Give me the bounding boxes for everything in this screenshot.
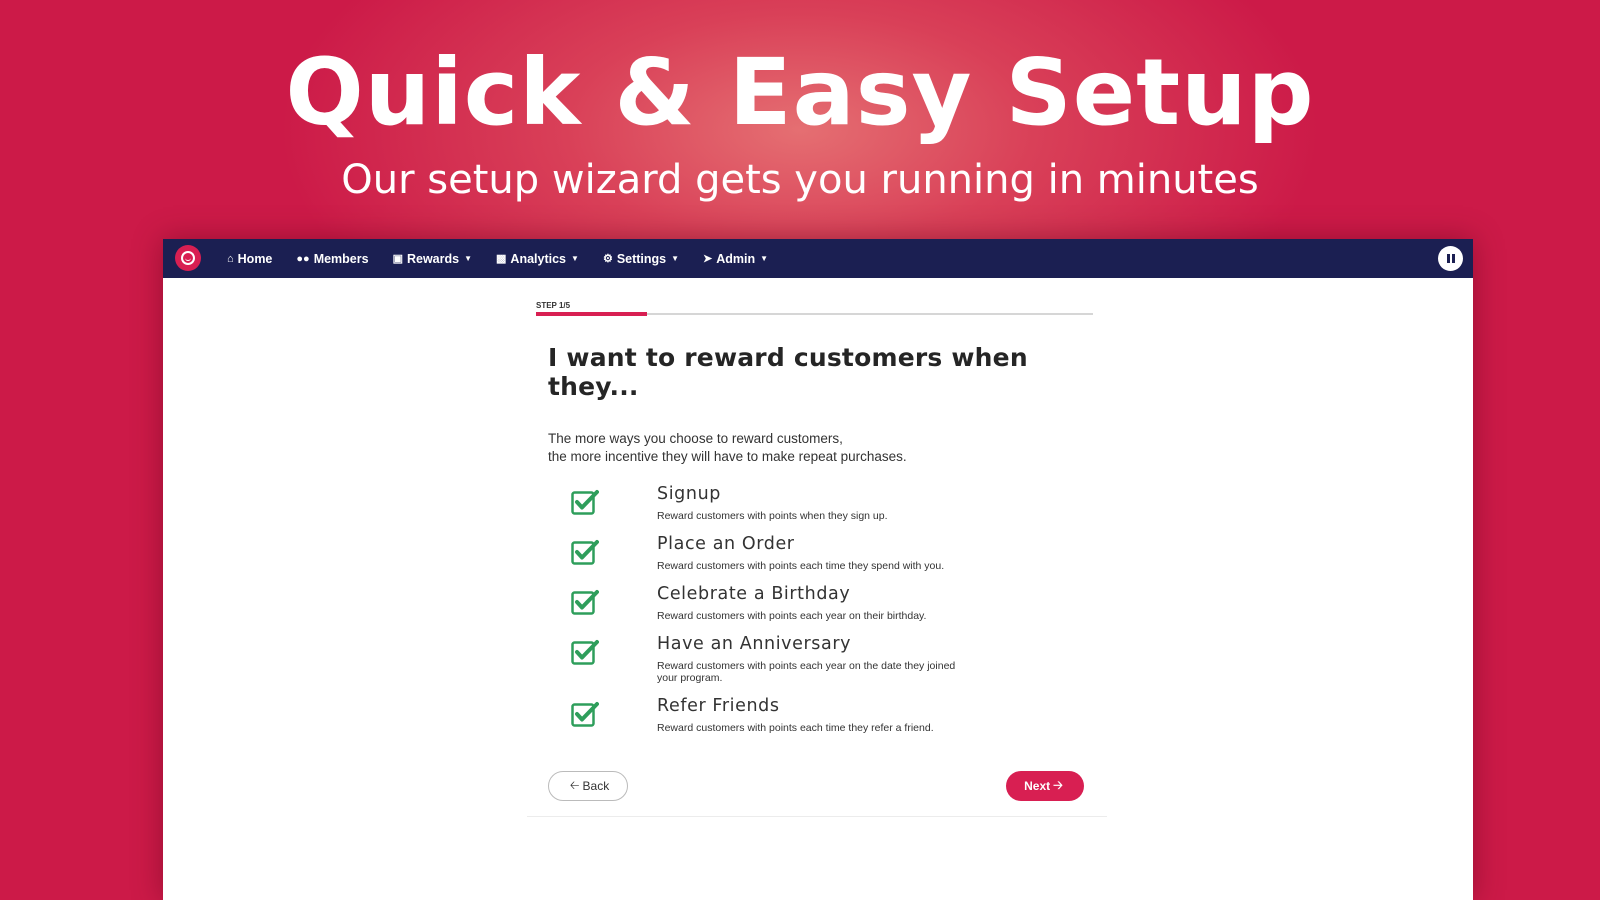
app-window: ⌂ Home ●● Members ▣ Rewards ▼ ▩ Analytic… (163, 239, 1473, 900)
nav-item-analytics[interactable]: ▩ Analytics ▼ (496, 252, 579, 266)
chevron-down-icon: ▼ (760, 254, 769, 263)
nav-item-admin[interactable]: ➤ Admin ▼ (703, 252, 768, 266)
option-birthday: Celebrate a Birthday Reward customers wi… (533, 584, 1098, 634)
arrow-right-icon: 🡢 (1053, 777, 1063, 792)
next-button-label: Next (1024, 779, 1051, 793)
option-anniversary: Have an Anniversary Reward customers wit… (533, 634, 1098, 696)
back-button[interactable]: 🡠 Back (548, 771, 628, 801)
option-title: Signup (657, 484, 721, 504)
option-title: Celebrate a Birthday (657, 584, 851, 604)
option-title: Have an Anniversary (657, 634, 852, 654)
nav-item-label: Settings (616, 251, 667, 266)
option-title: Refer Friends (657, 696, 780, 716)
hero-subtitle: Our setup wizard gets you running in min… (341, 157, 1259, 203)
nav-item-rewards[interactable]: ▣ Rewards ▼ (393, 252, 472, 266)
nav-item-members[interactable]: ●● Members (296, 252, 368, 266)
pause-icon (1446, 254, 1450, 263)
checkbox-checked-icon[interactable] (571, 639, 599, 665)
navbar: ⌂ Home ●● Members ▣ Rewards ▼ ▩ Analytic… (163, 239, 1473, 278)
nav-item-home[interactable]: ⌂ Home (227, 252, 272, 266)
chevron-down-icon: ▼ (671, 254, 680, 263)
checkbox-checked-icon[interactable] (571, 539, 599, 565)
chevron-down-icon: ▼ (571, 254, 579, 263)
nav-item-label: Rewards (406, 251, 460, 266)
wizard-title: I want to reward customers when they... (548, 343, 1028, 401)
option-title: Place an Order (657, 534, 795, 554)
next-button[interactable]: Next 🡢 (1006, 771, 1084, 801)
back-button-label: Back (582, 779, 610, 793)
progress-bar (536, 312, 1093, 316)
nav-item-label: Analytics (510, 251, 567, 266)
pause-button[interactable] (1438, 246, 1463, 271)
checkbox-checked-icon[interactable] (571, 489, 599, 515)
checkbox-checked-icon[interactable] (571, 701, 599, 727)
smiley-icon (181, 251, 195, 265)
pause-icon (1451, 254, 1455, 263)
home-icon: ⌂ (227, 252, 234, 265)
logo[interactable] (175, 245, 201, 271)
nav-item-label: Home (237, 251, 273, 266)
description-line: the more incentive they will have to mak… (548, 449, 907, 464)
checkbox-checked-icon[interactable] (571, 589, 599, 615)
users-icon: ●● (296, 252, 310, 265)
cogs-icon: ⚙ (602, 253, 613, 265)
description-line: The more ways you choose to reward custo… (548, 431, 843, 446)
option-place-order: Place an Order Reward customers with poi… (533, 534, 1098, 584)
option-refer-friends: Refer Friends Reward customers with poin… (533, 696, 1098, 746)
hero-title: Quick & Easy Setup (285, 39, 1315, 146)
chevron-down-icon: ▼ (464, 254, 473, 263)
nav-item-settings[interactable]: ⚙ Settings ▼ (603, 252, 679, 266)
option-description: Reward customers with points each year o… (657, 660, 956, 684)
progress-fill (536, 312, 648, 316)
step-label: STEP 1/5 (536, 301, 571, 310)
arrow-left-icon: 🡠 (569, 777, 580, 792)
setup-wizard: STEP 1/5 I want to reward customers when… (527, 301, 1107, 817)
wizard-description: The more ways you choose to reward custo… (548, 430, 1098, 466)
nav-item-label: Members (313, 251, 369, 266)
nav-item-label: Admin (716, 251, 756, 266)
bar-chart-icon: ▩ (496, 253, 507, 265)
reward-options: Signup Reward customers with points when… (533, 484, 1098, 746)
nav-menu: ⌂ Home ●● Members ▣ Rewards ▼ ▩ Analytic… (227, 239, 792, 278)
option-description: Reward customers with points each time t… (657, 560, 945, 572)
rocket-icon: ➤ (703, 253, 713, 265)
option-signup: Signup Reward customers with points when… (533, 484, 1098, 534)
option-description: Reward customers with points each year o… (657, 610, 927, 622)
option-description: Reward customers with points when they s… (657, 510, 888, 522)
option-description: Reward customers with points each time t… (657, 722, 934, 734)
divider (527, 816, 1107, 817)
gift-icon: ▣ (392, 253, 403, 265)
